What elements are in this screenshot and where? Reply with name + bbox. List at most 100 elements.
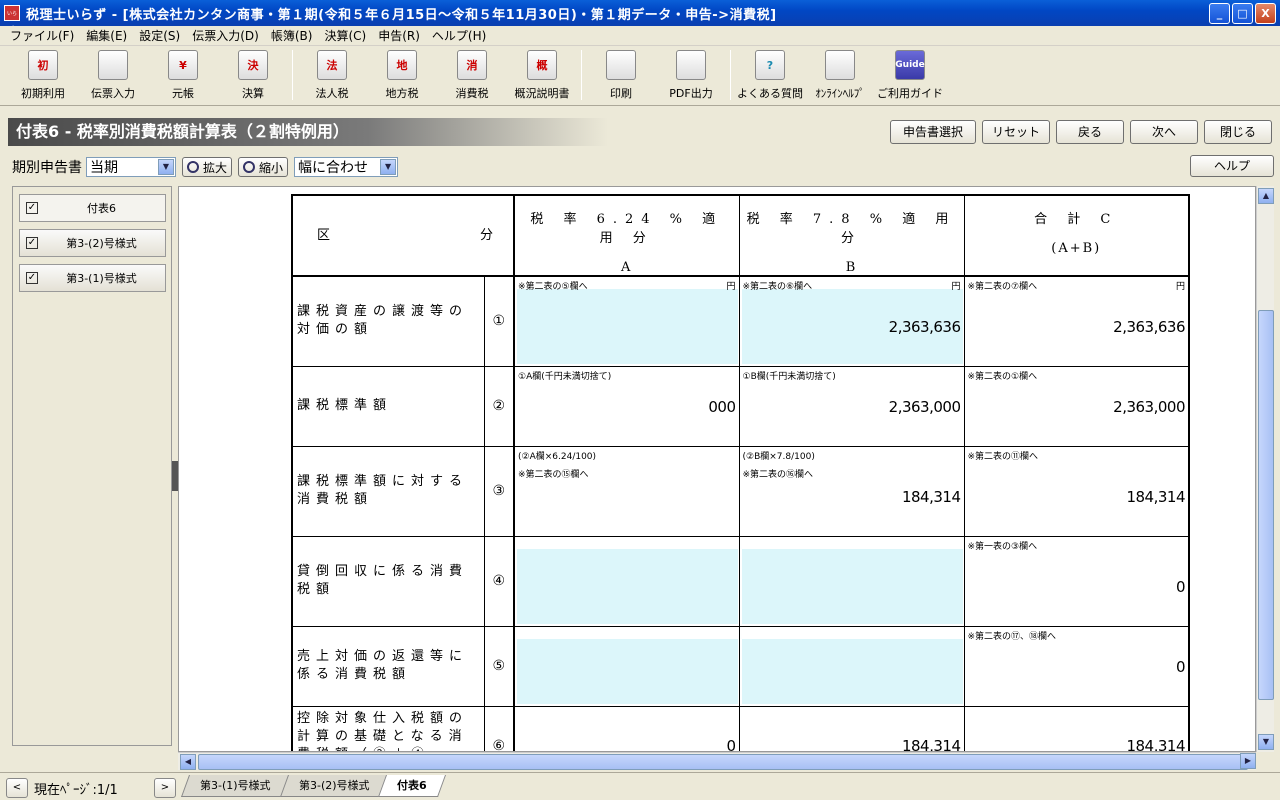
toolbar-pdf-button[interactable]: PDF出力 bbox=[656, 46, 726, 104]
menu-books[interactable]: 帳簿(B) bbox=[265, 27, 319, 44]
checkbox[interactable]: ✓ bbox=[26, 202, 38, 214]
page-header: 付表6 - 税率別消費税額計算表（２割特例用） 申告書選択 リセット 戻る 次へ… bbox=[8, 118, 1274, 148]
document-view[interactable]: 区 分 税 率 6.24 % 適 用 分A 税 率 7.8 % 適 用 分B 合… bbox=[178, 186, 1256, 752]
checkbox[interactable]: ✓ bbox=[26, 272, 38, 284]
cell-note: ※第二表の⑦欄へ bbox=[967, 282, 1038, 292]
menu-filing[interactable]: 申告(R) bbox=[372, 27, 426, 44]
column-header-c: 合 計 C (A+B) bbox=[963, 194, 1190, 277]
row-label: 控除対象仕入税額の計算の基礎となる消費税額（③＋④－⑤） bbox=[291, 705, 485, 751]
row-number: ① bbox=[483, 275, 515, 367]
prev-page-button[interactable]: < bbox=[6, 778, 28, 798]
select-return-button[interactable]: 申告書選択 bbox=[890, 120, 976, 144]
form-cell[interactable]: 184,314 bbox=[738, 705, 965, 751]
checkbox[interactable]: ✓ bbox=[26, 237, 38, 249]
nav-item-fuhyo6[interactable]: ✓ 付表6 bbox=[19, 194, 166, 222]
cell-value: 184,314 bbox=[1126, 487, 1185, 506]
form-cell[interactable]: ※第二表の⑰、⑱欄へ 0 bbox=[963, 625, 1190, 707]
window-titlebar[interactable]: いらず 税理士いらず - [株式会社カンタン商事・第１期(令和５年６月15日～令… bbox=[0, 0, 1280, 32]
minimize-button[interactable]: _ bbox=[1209, 3, 1230, 24]
cell-value: 0 bbox=[1175, 657, 1186, 676]
toolbar-corporate-tax-button[interactable]: 法法人税 bbox=[297, 46, 367, 104]
status-bar: < 現在ﾍﾟｰｼﾞ:1/1 > 第3-(1)号様式 第3-(2)号様式 付表6 bbox=[0, 772, 1280, 800]
nav-item-form-3-2[interactable]: ✓ 第3-(2)号様式 bbox=[19, 229, 166, 257]
row-number: ④ bbox=[483, 535, 515, 627]
reset-button[interactable]: リセット bbox=[982, 120, 1050, 144]
app-icon: いらず bbox=[4, 5, 20, 32]
scroll-right-icon[interactable]: ▶ bbox=[1240, 753, 1256, 769]
nav-item-form-3-1[interactable]: ✓ 第3-(1)号様式 bbox=[19, 264, 166, 292]
form-cell[interactable]: ※第二表の⑤欄へ 円 bbox=[513, 275, 740, 367]
next-button[interactable]: 次へ bbox=[1130, 120, 1198, 144]
toolbar-initial-use-button[interactable]: 初初期利用 bbox=[8, 46, 78, 104]
horizontal-scrollbar[interactable]: ◀ bbox=[178, 752, 1256, 770]
column-header-b: 税 率 7.8 % 適 用 分B bbox=[738, 194, 965, 277]
help-button[interactable]: ヘルプ bbox=[1190, 155, 1274, 177]
scroll-thumb-horizontal[interactable] bbox=[198, 754, 1248, 770]
form-cell[interactable]: ※第二表の⑦欄へ 円 2,363,636 bbox=[963, 275, 1190, 367]
toolbar-overview-button[interactable]: 概概況説明書 bbox=[507, 46, 577, 104]
form-cell[interactable] bbox=[738, 535, 965, 627]
form-cell[interactable] bbox=[513, 535, 740, 627]
toolbar-voucher-button[interactable]: 伝票入力 bbox=[78, 46, 148, 104]
zoom-out-button[interactable]: 縮小 bbox=[238, 157, 289, 177]
form-row: 課税標準額に対する消費税額 ③ (②A欄×6.24/100) ※第二表の⑮欄へ (②B欄… bbox=[291, 445, 1190, 537]
cell-value: 2,363,636 bbox=[888, 317, 961, 336]
scroll-left-icon[interactable]: ◀ bbox=[180, 754, 196, 770]
row-label: 課税資産の譲渡等の対価の額 bbox=[291, 275, 485, 367]
cell-value: 184,314 bbox=[1126, 737, 1185, 752]
toolbar-settlement-button[interactable]: 決決算 bbox=[218, 46, 288, 104]
vertical-scrollbar[interactable]: ▲ ▼ bbox=[1256, 186, 1274, 752]
zoom-in-button[interactable]: 拡大 bbox=[182, 157, 233, 177]
form-cell[interactable] bbox=[513, 625, 740, 707]
back-button[interactable]: 戻る bbox=[1056, 120, 1124, 144]
new-icon: 初 bbox=[28, 50, 58, 80]
form-cell[interactable]: (②B欄×7.8/100) ※第二表の⑯欄へ 184,314 bbox=[738, 445, 965, 537]
next-page-button[interactable]: > bbox=[154, 778, 176, 798]
menu-help[interactable]: ヘルプ(H) bbox=[426, 27, 492, 44]
period-label: 期別申告書 bbox=[12, 160, 82, 176]
form-row: 貸倒回収に係る消費税額 ④ ※第一表の③欄へ 0 bbox=[291, 535, 1190, 627]
tab-form-3-2[interactable]: 第3-(2)号様式 bbox=[279, 775, 389, 797]
tab-form-3-1[interactable]: 第3-(1)号様式 bbox=[180, 775, 290, 797]
toolbar-print-button[interactable]: 印刷 bbox=[586, 46, 656, 104]
cell-note: ※第二表の⑤欄へ bbox=[518, 282, 588, 292]
cell-note: ①A欄(千円未満切捨て) bbox=[518, 371, 612, 382]
form-cell[interactable]: ※第二表の⑪欄へ 184,314 bbox=[963, 445, 1190, 537]
form-cell[interactable]: (②A欄×6.24/100) ※第二表の⑮欄へ bbox=[513, 445, 740, 537]
form-cell[interactable]: 0 bbox=[513, 705, 740, 751]
close-window-button[interactable]: X bbox=[1255, 3, 1276, 24]
menu-voucher[interactable]: 伝票入力(D) bbox=[186, 27, 265, 44]
form-cell[interactable]: ①B欄(千円未満切捨て) 2,363,000 bbox=[738, 365, 965, 447]
menu-file[interactable]: ファイル(F) bbox=[4, 27, 80, 44]
toolbar-online-help-button[interactable]: ｵﾝﾗｲﾝﾍﾙﾌﾟ bbox=[805, 46, 875, 104]
form-cell[interactable] bbox=[738, 625, 965, 707]
tab-fuhyo6[interactable]: 付表6 bbox=[378, 775, 446, 797]
form-row: 控除対象仕入税額の計算の基礎となる消費税額（③＋④－⑤）⑥ 0 184,314 184… bbox=[291, 705, 1190, 752]
toolbar-faq-button[interactable]: ? よくある質問 bbox=[735, 46, 805, 104]
row-label: 課税標準額に対する消費税額 bbox=[291, 445, 485, 537]
menu-settlement[interactable]: 決算(C) bbox=[318, 27, 372, 44]
scroll-up-icon[interactable]: ▲ bbox=[1258, 188, 1274, 204]
local-tax-icon: 地 bbox=[387, 50, 417, 80]
toolbar: 初初期利用 伝票入力 ¥ 元帳 決決算 法法人税 地地方税 消消費税 概概況説明書… bbox=[0, 46, 1280, 106]
form-cell[interactable]: ※第二表の⑥欄へ 円 2,363,636 bbox=[738, 275, 965, 367]
toolbar-separator bbox=[292, 50, 293, 100]
toolbar-ledger-button[interactable]: ¥ 元帳 bbox=[148, 46, 218, 104]
form-cell[interactable]: ※第二表の①欄へ 2,363,000 bbox=[963, 365, 1190, 447]
toolbar-local-tax-button[interactable]: 地地方税 bbox=[367, 46, 437, 104]
period-select[interactable]: 当期 ▼ bbox=[86, 157, 176, 177]
cell-note: ※第二表の⑰、⑱欄へ bbox=[967, 631, 1057, 642]
fit-select[interactable]: 幅に合わせ ▼ bbox=[294, 157, 399, 177]
menu-edit[interactable]: 編集(E) bbox=[80, 27, 133, 44]
form-cell[interactable]: 184,314 bbox=[963, 705, 1190, 752]
toolbar-guide-button[interactable]: Guide ご利用ガイド bbox=[875, 46, 945, 104]
cell-note: ※第二表の⑯欄へ bbox=[742, 469, 814, 480]
form-cell[interactable]: ※第一表の③欄へ 0 bbox=[963, 535, 1190, 627]
close-button[interactable]: 閉じる bbox=[1204, 120, 1272, 144]
form-cell[interactable]: ①A欄(千円未満切捨て) 000 bbox=[513, 365, 740, 447]
toolbar-consumption-tax-button[interactable]: 消消費税 bbox=[437, 46, 507, 104]
scroll-thumb[interactable] bbox=[1258, 310, 1274, 700]
scroll-down-icon[interactable]: ▼ bbox=[1258, 734, 1274, 750]
menu-settings[interactable]: 設定(S) bbox=[133, 27, 186, 44]
maximize-button[interactable]: □ bbox=[1232, 3, 1253, 24]
